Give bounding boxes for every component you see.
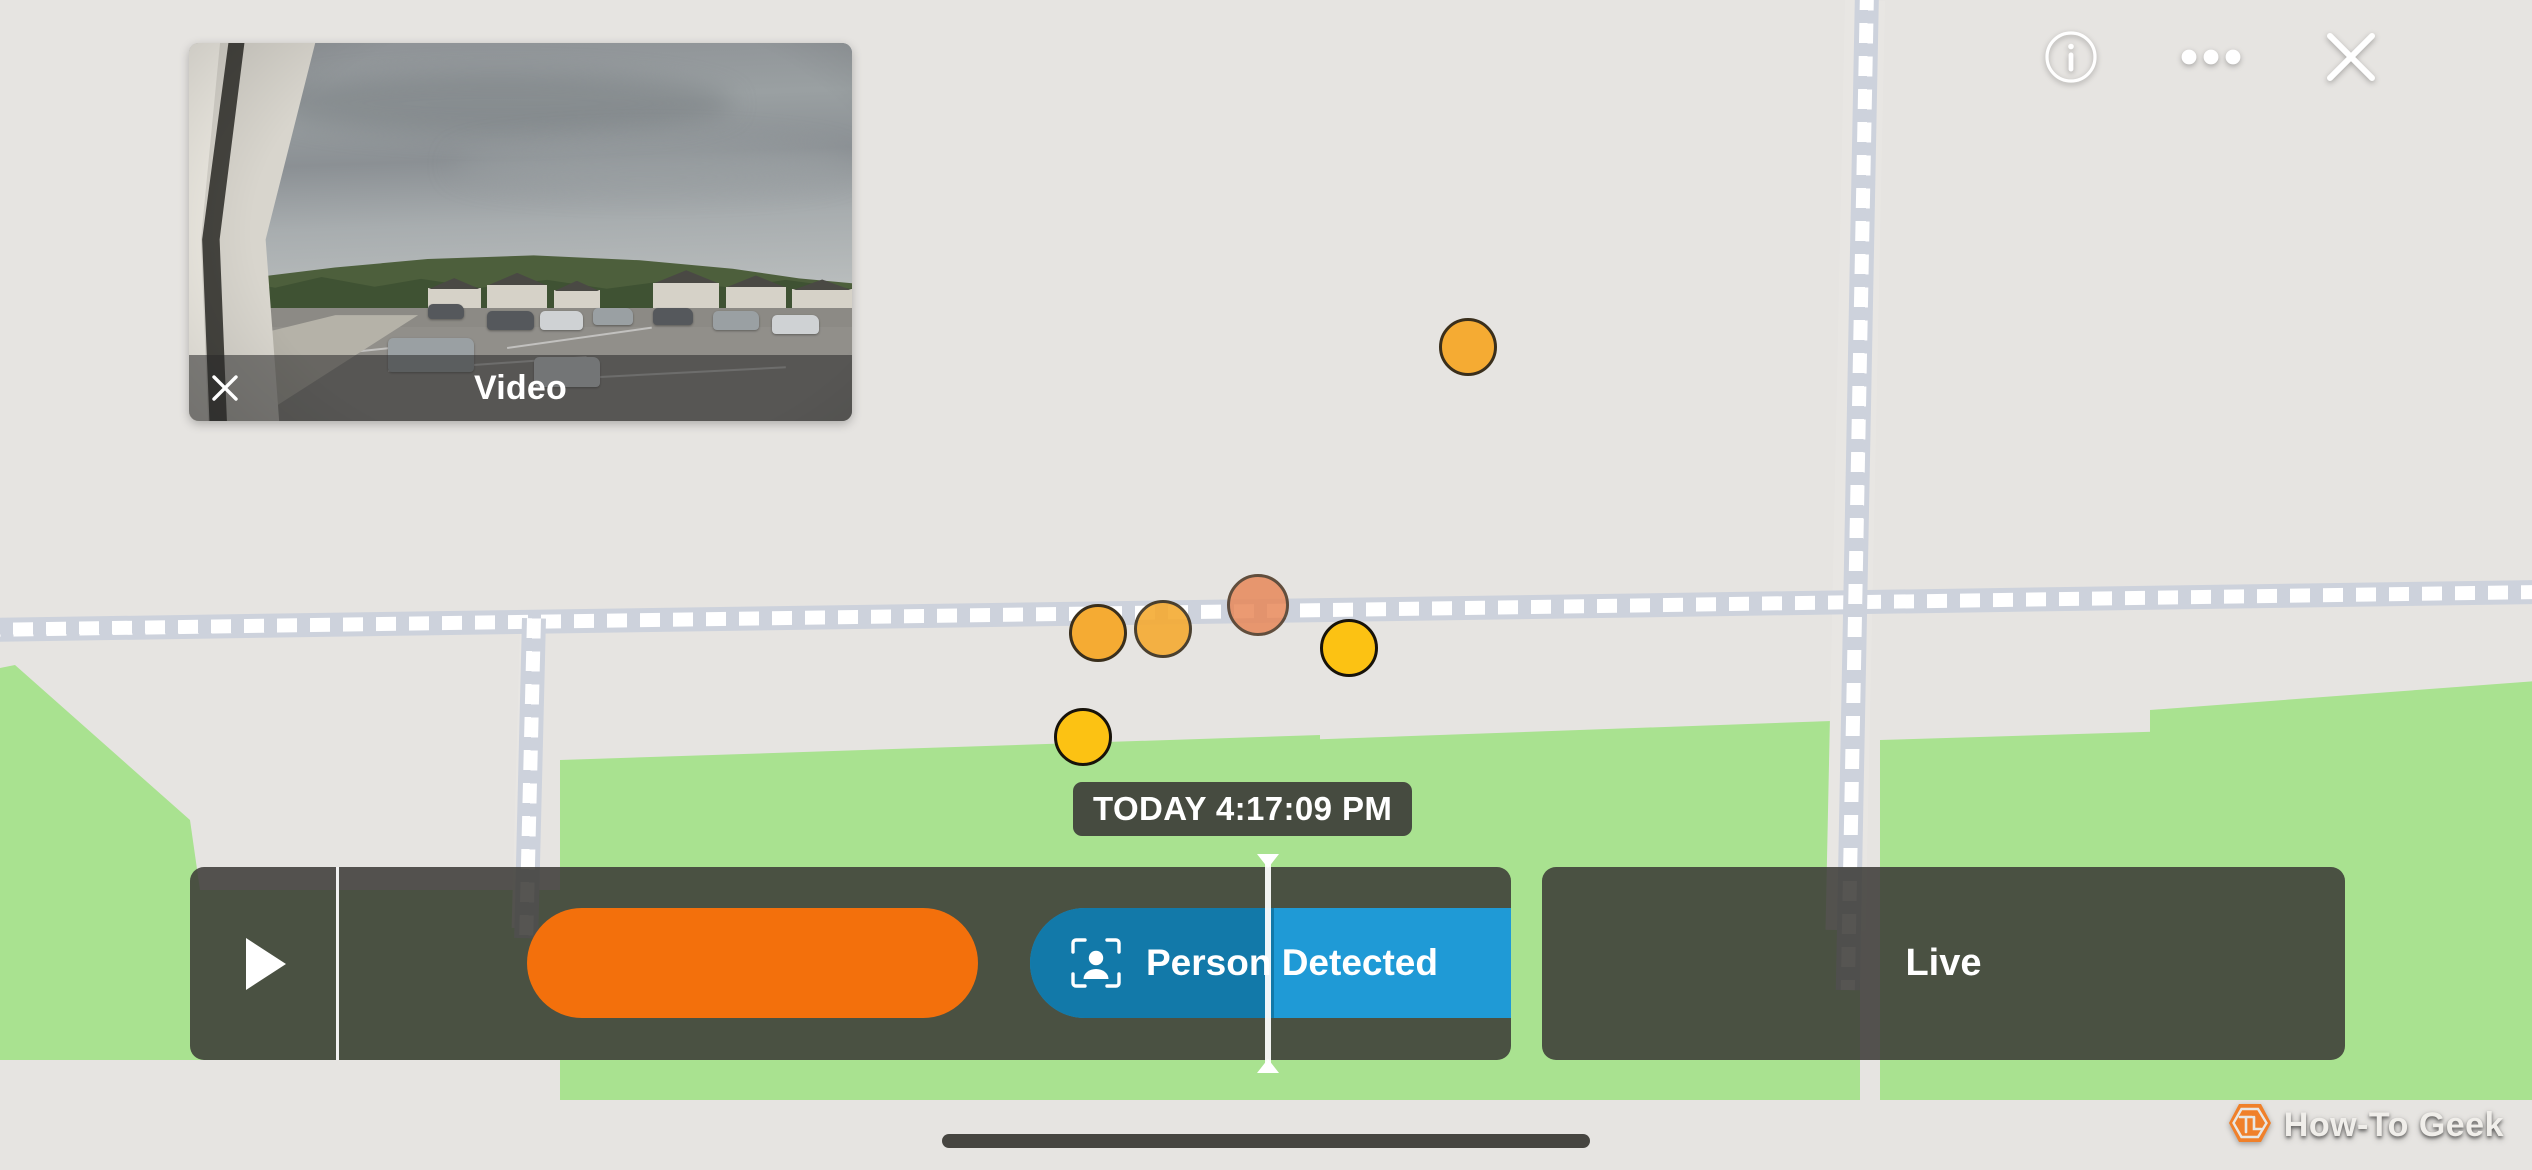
top-controls: [2040, 26, 2382, 88]
timestamp-badge: TODAY 4:17:09 PM: [1073, 782, 1413, 836]
person-detected-icon: [1070, 937, 1122, 989]
close-button[interactable]: [2320, 26, 2382, 88]
timeline-playhead[interactable]: [1257, 854, 1279, 1073]
map-marker[interactable]: [1134, 600, 1192, 658]
app-screen: Video TODAY 4:17:09 PM Person Detected L…: [0, 0, 2532, 1170]
map-marker[interactable]: [1320, 619, 1378, 677]
watermark-text: How-To Geek: [2283, 1106, 2504, 1144]
playhead-top-marker: [1257, 854, 1279, 868]
timeline-clip-motion[interactable]: [527, 908, 978, 1018]
map-marker[interactable]: [1439, 318, 1497, 376]
timeline-track[interactable]: Person Detected: [336, 867, 1511, 1060]
video-label-bar: Video: [189, 355, 852, 421]
live-button-label: Live: [1905, 942, 1982, 984]
more-options-button[interactable]: [2180, 26, 2242, 88]
watermark: How-To Geek: [2228, 1103, 2504, 1148]
video-preview-card[interactable]: Video: [189, 43, 852, 421]
timeline-event-label: Person Detected: [1146, 942, 1438, 983]
play-button[interactable]: [190, 867, 336, 1060]
map-marker[interactable]: [1054, 708, 1112, 766]
video-close-button[interactable]: [203, 366, 247, 410]
timeline-panel[interactable]: Person Detected: [190, 867, 1511, 1060]
playhead-bottom-marker: [1257, 1059, 1279, 1073]
live-button[interactable]: Live: [1542, 867, 2345, 1060]
map-marker[interactable]: [1227, 574, 1289, 636]
howtogeek-logo-icon: [2228, 1103, 2272, 1148]
video-title: Video: [474, 368, 567, 407]
home-indicator: [942, 1134, 1590, 1148]
map-marker[interactable]: [1069, 604, 1127, 662]
play-icon: [246, 937, 286, 990]
info-button[interactable]: [2040, 26, 2102, 88]
